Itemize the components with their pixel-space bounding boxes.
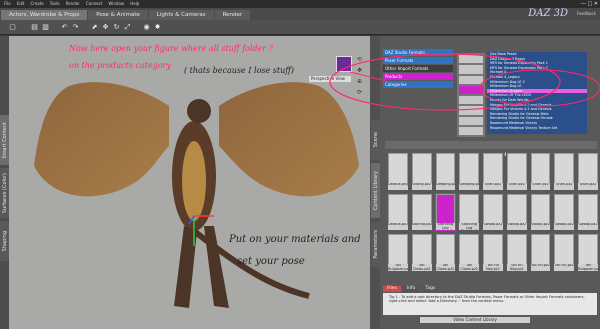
library-item[interactable]: Snarl.pz2 [577,152,599,191]
undo-icon[interactable]: ↶ [60,23,69,31]
library-item[interactable]: Tail Bulgasm.pz2 [577,233,599,272]
menu-file[interactable]: File [4,0,11,8]
library-header: 1 - 54 of 154 [385,141,597,157]
scale-icon[interactable]: ⤢ [123,23,132,31]
menu-render[interactable]: Render [66,0,80,8]
window-controls[interactable]: — □ ✕ [581,1,598,7]
library-item[interactable]: Sleeping.pz2 [458,152,481,191]
library-item[interactable]: Tail Claws.pz2 [458,233,481,272]
library-item[interactable]: Snarl.pz2 [529,152,552,191]
library-item[interactable]: Sleeping.pz2 [434,152,457,191]
library-item[interactable]: Tail Fin.pz2 [529,233,552,272]
library-item[interactable]: Swoop.pz2 [529,192,552,232]
library-item[interactable]: Default.pz2 [387,192,409,232]
library-item[interactable]: Soaring.pz2 [410,192,433,232]
tip-box: Tip 1 - To add a root directory to the D… [383,293,597,315]
library-item-selected[interactable]: Standing Leg Left.pz2 [434,192,457,232]
annotation-circles [329,53,600,111]
menu-edit[interactable]: Edit [17,0,25,8]
library-item[interactable]: Snarl.pz2 [553,152,576,191]
annotation-bottom-line1: Put on your materials and [229,234,361,245]
tab-tags[interactable]: Tags [421,286,440,292]
tab-scene[interactable]: Scene [371,120,380,160]
menu-create[interactable]: Create [30,0,43,8]
tab-shaping[interactable]: Shaping [0,221,9,261]
tip-text: Tip 1 - To add a root directory to the D… [389,295,585,303]
list-item[interactable]: Rosamund Medieval Victory Texture Set [487,126,587,131]
annotation-top-line1: Now here open your figure where all stuf… [69,44,273,53]
annotation-top-line2: on the products category [69,61,172,70]
library-grid: Default.png Sitting.pz2 Sleeping.pz2 Sle… [387,152,599,272]
annotation-top-line3: ( thats because I lose stuff) [184,66,295,75]
library-item[interactable]: Sitting.pz2 [410,152,433,191]
save-icon[interactable]: ▥ [41,23,50,31]
library-item[interactable]: Swoop.pz2 [505,192,528,232]
library-item[interactable]: Snarl.pz2 [505,152,528,191]
camera-icon[interactable]: ◉ [142,23,151,31]
tab-lights[interactable]: Lights & Cameras [148,10,214,20]
feedback-link[interactable]: Feedback [577,11,596,16]
tab-surfaces[interactable]: Surfaces (Color) [0,168,9,218]
annotation-bottom-line2: set your pose [237,256,305,267]
library-item[interactable]: Tail Fin.pz2 [553,233,576,272]
open-icon[interactable]: ▤ [30,23,39,31]
library-item[interactable]: Tail Claws.pz2 [410,233,433,272]
light-icon[interactable]: ✸ [153,23,162,31]
rotate-icon[interactable]: ↻ [112,23,121,31]
menu-window[interactable]: Window [108,0,124,8]
top-tabs: Actors, Wardrobe & Props Pose & Animate … [0,8,600,20]
tab-smart-content[interactable]: Smart Content [0,115,9,165]
tab-content-library[interactable]: Content Library [371,163,380,218]
move-icon[interactable]: ✥ [101,23,110,31]
library-item[interactable]: Tail Fin Nay.pz2 [505,233,528,272]
library-item[interactable]: Standing Leg Right.pz2 [458,192,481,232]
info-tabs: Files Info Tags [383,286,440,292]
video-content-library-button[interactable]: Video Content Library [420,317,530,323]
library-item[interactable]: Swoop.pz2 [577,192,599,232]
menu-help[interactable]: Help [130,0,139,8]
tab-parameters[interactable]: Parameters [371,222,380,267]
tab-pose[interactable]: Pose & Animate [88,10,148,20]
redo-icon[interactable]: ↷ [71,23,80,31]
library-item[interactable]: Default.png [387,152,409,191]
menu-bar: File Edit Create Tools Render Connect Wi… [0,0,139,8]
tab-info[interactable]: Info [402,286,420,292]
select-icon[interactable]: ⬈ [90,23,99,31]
library-item[interactable]: Swoop.pz2 [482,192,504,232]
tab-actors[interactable]: Actors, Wardrobe & Props [1,10,88,20]
library-item[interactable]: Tail Bulgasm.pz2 [387,233,409,272]
tab-render[interactable]: Render [214,10,251,20]
library-item[interactable]: Tail Claws.pz2 [434,233,457,272]
brand-logo: DAZ 3D [528,8,568,19]
new-icon[interactable]: ▢ [8,23,17,31]
library-item[interactable]: Snarl.pz2 [482,152,504,191]
menu-tools[interactable]: Tools [50,0,60,8]
product-thumb[interactable] [459,126,483,135]
menu-connect[interactable]: Connect [86,0,103,8]
tab-files[interactable]: Files [383,286,401,292]
library-item[interactable]: Swoop.pz2 [553,192,576,232]
library-item[interactable]: Tail Fin Nay.pz2 [482,233,504,272]
